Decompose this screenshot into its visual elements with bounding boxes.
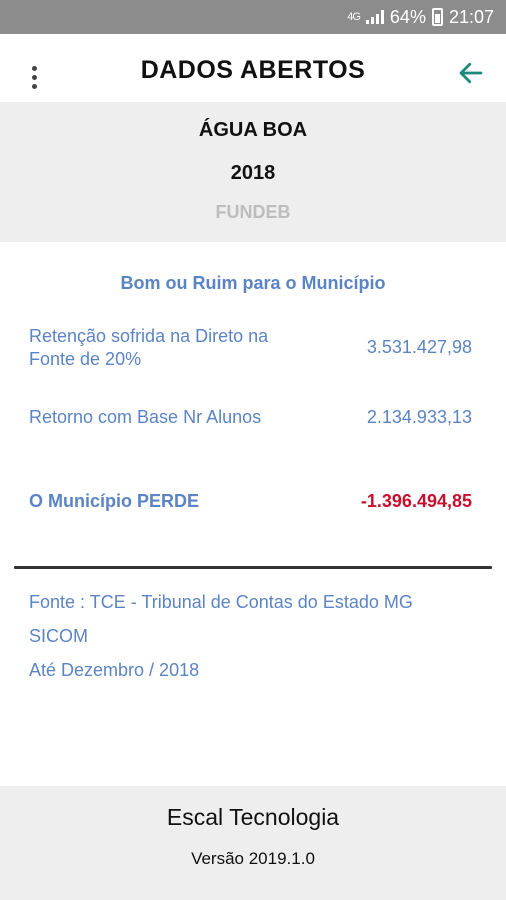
result-label: O Município PERDE [29, 491, 200, 511]
network-indicator: 4G [347, 11, 361, 23]
app-title: DADOS ABERTOS [140, 56, 366, 84]
section-title: Bom ou Ruim para o Município [120, 273, 386, 293]
header-panel: ÁGUA BOA 2018 FUNDEB [0, 102, 506, 242]
company-name: Escal Tecnologia [166, 804, 340, 830]
row-label: Retorno com Base Nr Alunos [29, 407, 262, 427]
row-value: 2.134.933,13 [366, 407, 472, 427]
summary-row-return: Retorno com Base Nr Alunos 2.134.933,13 [29, 406, 472, 430]
status-bar: 4G 64% 21:07 [0, 0, 506, 34]
app-version: Versão 2019.1.0 [191, 849, 315, 868]
result-value: -1.396.494,85 [360, 491, 472, 511]
summary-row-retention: Retenção sofrida na Direto na Fonte de 2… [29, 325, 472, 375]
row-value: 3.531.427,98 [366, 337, 472, 357]
signal-icon [365, 10, 384, 24]
fund-name: FUNDEB [215, 202, 291, 222]
summary-row-result: O Município PERDE -1.396.494,85 [29, 490, 472, 514]
source-line: Fonte : TCE - Tribunal de Contas do Esta… [29, 592, 413, 612]
footer: Escal Tecnologia Versão 2019.1.0 [0, 786, 506, 900]
source-system: SICOM [29, 626, 89, 646]
city-name: ÁGUA BOA [198, 119, 308, 141]
divider [14, 566, 492, 569]
battery-icon [431, 8, 443, 26]
battery-percent: 64% [389, 6, 426, 27]
year: 2018 [230, 162, 276, 184]
row-label: Retenção sofrida na Direto na Fonte de 2… [29, 326, 269, 369]
app-bar: DADOS ABERTOS [0, 34, 506, 102]
source-period: Até Dezembro / 2018 [29, 660, 200, 680]
arrow-back-icon[interactable] [456, 58, 486, 88]
clock: 21:07 [448, 6, 494, 27]
